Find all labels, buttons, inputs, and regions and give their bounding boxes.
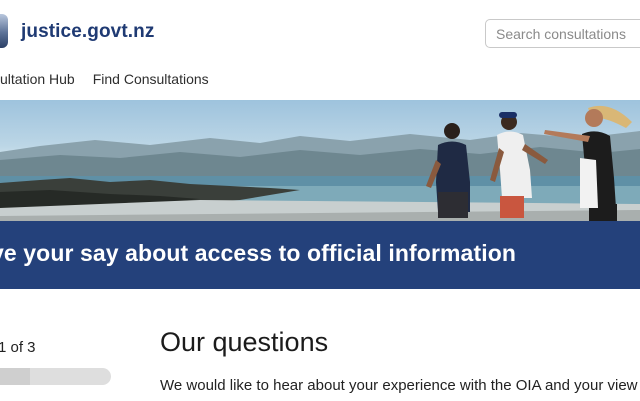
progress-label: 1 of 3 <box>0 339 36 356</box>
progress-bar <box>0 368 111 385</box>
logo-crest-icon <box>0 14 8 48</box>
intro-text: We would like to hear about your experie… <box>160 377 638 394</box>
page-title: ve your say about access to official inf… <box>0 240 516 266</box>
nav-find-consultations[interactable]: Find Consultations <box>93 71 209 87</box>
page-banner: ve your say about access to official inf… <box>0 221 640 289</box>
section-heading: Our questions <box>160 327 329 357</box>
search-input[interactable] <box>485 19 640 48</box>
main-nav: sultation Hub Find Consultations <box>0 71 209 87</box>
hero-image <box>0 100 640 221</box>
progress-bar-fill <box>0 368 30 385</box>
nav-consultation-hub[interactable]: sultation Hub <box>0 71 75 87</box>
site-logo[interactable]: justice.govt.nz <box>21 21 154 43</box>
